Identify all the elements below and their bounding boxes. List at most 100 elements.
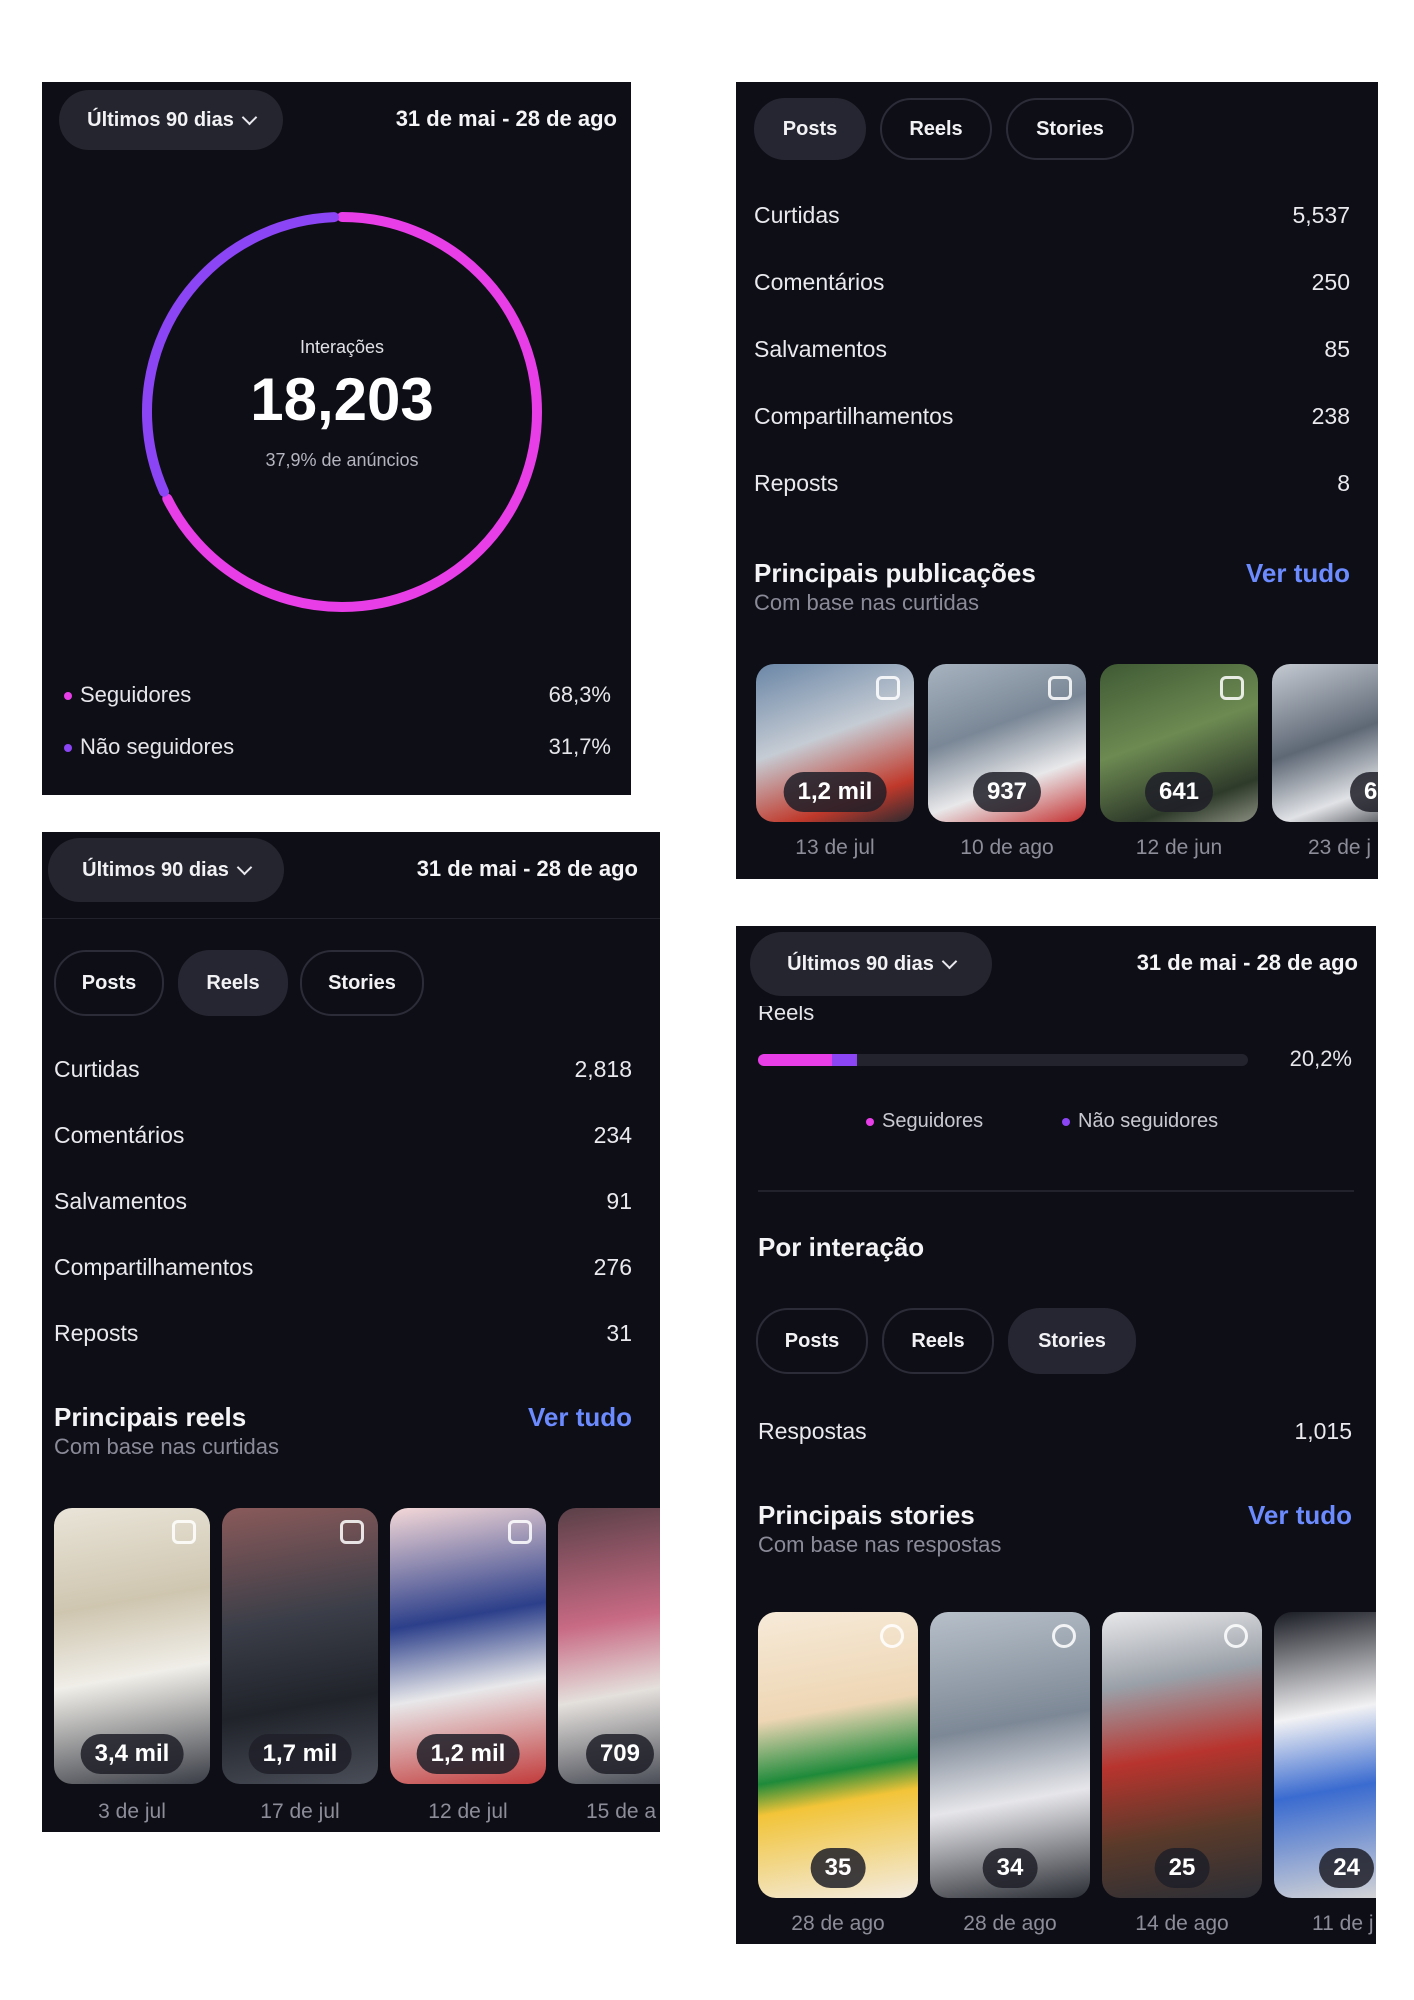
story-icon bbox=[1052, 1624, 1076, 1648]
top-stories-subtitle: Com base nas respostas bbox=[758, 1532, 1002, 1557]
story-count: 35 bbox=[810, 1848, 866, 1888]
date-range: 31 de mai - 28 de ago bbox=[395, 106, 617, 131]
range-label: Últimos 90 dias bbox=[87, 108, 234, 131]
date-range: 31 de mai - 28 de ago bbox=[1136, 950, 1358, 975]
range-dropdown[interactable]: Últimos 90 dias bbox=[750, 932, 992, 996]
metric-value: 1,015 bbox=[1294, 1418, 1352, 1444]
top-reel-thumb-4[interactable]: 709 bbox=[558, 1508, 660, 1784]
metric-value: 238 bbox=[1311, 403, 1350, 429]
top-stories-title: Principais stories bbox=[758, 1500, 975, 1530]
chevron-down-icon bbox=[236, 859, 253, 875]
metric-label: Salvamentos bbox=[54, 1188, 187, 1214]
top-post-thumb-3[interactable]: 641 bbox=[1100, 664, 1258, 822]
post-date: 23 de j bbox=[1308, 836, 1372, 859]
story-date: 28 de ago bbox=[963, 1912, 1057, 1935]
tab-stories[interactable]: Stories bbox=[1008, 1308, 1136, 1374]
metric-value: 31 bbox=[606, 1320, 632, 1346]
metric-label: Reposts bbox=[754, 470, 839, 496]
reel-date: 12 de jul bbox=[428, 1800, 508, 1823]
story-count: 25 bbox=[1154, 1848, 1210, 1888]
metric-label: Comentários bbox=[54, 1122, 185, 1148]
metric-row-comments: Comentários 234 bbox=[54, 1122, 632, 1149]
metric-row-shares: Compartilhamentos 238 bbox=[754, 403, 1350, 430]
post-date: 10 de ago bbox=[960, 836, 1054, 859]
metric-row-saves: Salvamentos 91 bbox=[54, 1188, 632, 1215]
top-reel-thumb-2[interactable]: 1,7 mil bbox=[222, 1508, 378, 1784]
tab-posts[interactable]: Posts bbox=[54, 950, 164, 1016]
metric-label: Curtidas bbox=[754, 202, 840, 228]
story-count: 24 bbox=[1319, 1848, 1374, 1888]
non-followers-fill bbox=[832, 1054, 857, 1066]
post-date: 12 de jun bbox=[1135, 836, 1223, 859]
metric-value: 91 bbox=[606, 1188, 632, 1214]
range-dropdown[interactable]: Últimos 90 dias bbox=[59, 90, 283, 150]
top-reel-thumb-3[interactable]: 1,2 mil bbox=[390, 1508, 546, 1784]
non-followers-dot bbox=[64, 744, 72, 753]
metric-label: Curtidas bbox=[54, 1056, 140, 1082]
reels-share-bar bbox=[758, 1054, 1248, 1066]
stories-metrics-panel: Últimos 90 dias 31 de mai - 28 de ago Re… bbox=[736, 926, 1376, 1944]
metric-row-comments: Comentários 250 bbox=[754, 269, 1350, 296]
top-story-thumb-2[interactable]: 34 bbox=[930, 1612, 1090, 1898]
reel-icon bbox=[340, 1520, 364, 1544]
see-all-link[interactable]: Ver tudo bbox=[1248, 1500, 1352, 1531]
top-story-thumb-4[interactable]: 24 bbox=[1274, 1612, 1376, 1898]
reels-share-fill bbox=[758, 1054, 857, 1066]
story-count: 34 bbox=[982, 1848, 1038, 1888]
reel-icon bbox=[172, 1520, 196, 1544]
ring-caption: Interações bbox=[299, 337, 385, 357]
tab-reels[interactable]: Reels bbox=[880, 98, 992, 160]
reel-count: 1,7 mil bbox=[248, 1734, 352, 1774]
interactions-total: 18,203 bbox=[250, 366, 434, 433]
metric-label: Comentários bbox=[754, 269, 885, 295]
metric-value: 234 bbox=[593, 1122, 632, 1148]
metric-row-shares: Compartilhamentos 276 bbox=[54, 1254, 632, 1281]
metric-row-likes: Curtidas 5,537 bbox=[754, 202, 1350, 229]
legend-value: 68,3% bbox=[548, 682, 611, 707]
story-icon bbox=[1224, 1624, 1248, 1648]
reel-count: 3,4 mil bbox=[80, 1734, 184, 1774]
range-dropdown[interactable]: Últimos 90 dias bbox=[48, 838, 284, 902]
story-date: 11 de j bbox=[1312, 1912, 1374, 1935]
tab-reels[interactable]: Reels bbox=[178, 950, 288, 1016]
metric-value: 2,818 bbox=[574, 1056, 632, 1082]
bar-value: 20,2% bbox=[1289, 1046, 1352, 1071]
post-date: 13 de jul bbox=[795, 836, 875, 859]
posts-metrics-panel: Posts Reels Stories Curtidas 5,537 Coment… bbox=[736, 82, 1378, 879]
top-post-thumb-2[interactable]: 937 bbox=[928, 664, 1086, 822]
see-all-link[interactable]: Ver tudo bbox=[528, 1402, 632, 1433]
legend-value: 31,7% bbox=[548, 734, 611, 759]
tab-stories[interactable]: Stories bbox=[1006, 98, 1134, 160]
top-post-thumb-1[interactable]: 1,2 mil bbox=[756, 664, 914, 822]
story-date: 28 de ago bbox=[791, 1912, 885, 1935]
non-followers-dot bbox=[1062, 1117, 1070, 1126]
legend-label: Seguidores bbox=[80, 682, 192, 707]
top-post-thumb-4[interactable]: 621 bbox=[1272, 664, 1378, 822]
by-interaction-title: Por interação bbox=[758, 1232, 925, 1262]
metric-row-saves: Salvamentos 85 bbox=[754, 336, 1350, 363]
top-posts-subtitle: Com base nas curtidas bbox=[754, 590, 979, 615]
reel-date: 3 de jul bbox=[98, 1800, 166, 1823]
metric-row-likes: Curtidas 2,818 bbox=[54, 1056, 632, 1083]
tab-posts[interactable]: Posts bbox=[754, 98, 866, 160]
legend-label: Não seguidores bbox=[1078, 1110, 1219, 1132]
metric-row-replies: Respostas 1,015 bbox=[758, 1418, 1352, 1445]
tab-stories[interactable]: Stories bbox=[300, 950, 424, 1016]
legend-row-non-followers: Não seguidores 31,7% bbox=[64, 734, 611, 760]
top-reel-thumb-1[interactable]: 3,4 mil bbox=[54, 1508, 210, 1784]
metric-label: Reposts bbox=[54, 1320, 139, 1346]
carousel-icon bbox=[1048, 676, 1072, 700]
tab-posts[interactable]: Posts bbox=[756, 1308, 868, 1374]
legend-label: Não seguidores bbox=[80, 734, 235, 759]
top-posts-title: Principais publicações bbox=[754, 558, 1036, 588]
tab-reels[interactable]: Reels bbox=[882, 1308, 994, 1374]
see-all-link[interactable]: Ver tudo bbox=[1246, 558, 1350, 589]
top-story-thumb-3[interactable]: 25 bbox=[1102, 1612, 1262, 1898]
legend-followers: Seguidores bbox=[866, 1110, 983, 1133]
metric-value: 276 bbox=[593, 1254, 632, 1280]
followers-dot bbox=[64, 692, 72, 701]
top-story-thumb-1[interactable]: 35 bbox=[758, 1612, 918, 1898]
story-icon bbox=[880, 1624, 904, 1648]
story-date: 14 de ago bbox=[1135, 1912, 1229, 1935]
carousel-icon bbox=[1220, 676, 1244, 700]
